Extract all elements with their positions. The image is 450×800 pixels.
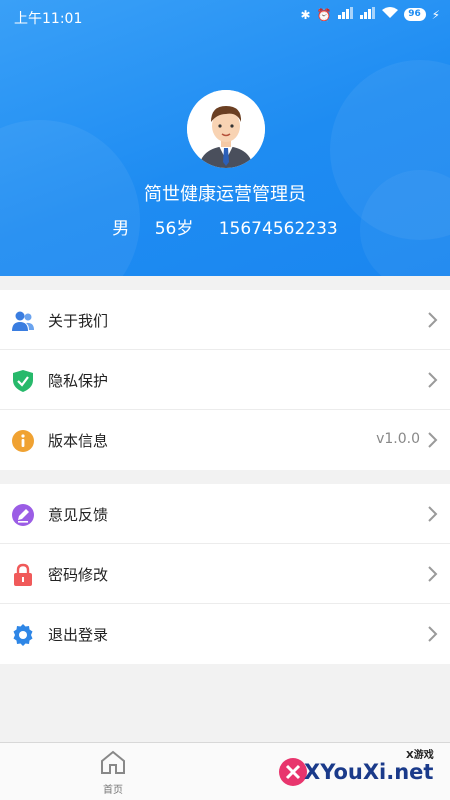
menu-item-about-us[interactable]: 关于我们 [0, 290, 450, 350]
menu-group-1: 关于我们 隐私保护 版本信息 v1.0.0 [0, 290, 450, 470]
edit-icon [11, 503, 35, 527]
info-icon [11, 429, 35, 453]
signal-icon [337, 7, 354, 22]
chevron-right-icon [426, 626, 438, 642]
watermark-text: XYouXi.net [304, 760, 434, 784]
charging-icon: ⚡ [431, 7, 440, 22]
profile-phone: 15674562233 [218, 219, 338, 239]
chevron-right-icon [426, 566, 438, 582]
menu-label: 退出登录 [48, 626, 109, 644]
tab-home[interactable]: 首页 [95, 749, 131, 797]
menu-group-2: 意见反馈 密码修改 退出登录 [0, 484, 450, 664]
wifi-icon [381, 7, 398, 22]
alarm-icon: ⏰ [316, 7, 332, 22]
menu-item-change-password[interactable]: 密码修改 [0, 544, 450, 604]
menu-label: 意见反馈 [48, 506, 109, 524]
chevron-right-icon [426, 372, 438, 388]
chevron-right-icon [426, 506, 438, 522]
menu-label: 版本信息 [48, 432, 109, 450]
menu-item-version[interactable]: 版本信息 v1.0.0 [0, 410, 450, 470]
status-bar: 上午11:01 ✱ ⏰ 96 ⚡ [0, 0, 450, 32]
status-time: 上午11:01 [14, 11, 83, 27]
menu-item-privacy[interactable]: 隐私保护 [0, 350, 450, 410]
menu-label: 密码修改 [48, 566, 109, 584]
profile-gender: 男 [112, 219, 130, 239]
home-icon [99, 750, 127, 779]
status-icons: ✱ ⏰ 96 ⚡ [301, 7, 440, 22]
watermark: XYouXi.net X游戏 [278, 742, 450, 800]
menu-label: 隐私保护 [48, 372, 109, 390]
avatar[interactable] [187, 90, 265, 168]
version-value: v1.0.0 [376, 431, 420, 447]
profile-info: 男 56岁 15674562233 [0, 214, 450, 239]
menu-item-logout[interactable]: 退出登录 [0, 604, 450, 664]
tab-home-label: 首页 [103, 785, 123, 796]
profile-name: 简世健康运营管理员 [144, 184, 306, 205]
battery-icon: 96 [403, 8, 426, 21]
watermark-small: X游戏 [406, 750, 434, 761]
profile-age: 56岁 [154, 219, 194, 239]
lock-icon [11, 563, 35, 587]
menu-item-feedback[interactable]: 意见反馈 [0, 484, 450, 544]
gear-icon [11, 623, 35, 647]
chevron-right-icon [426, 432, 438, 448]
signal-2-icon [359, 7, 376, 22]
profile-header: 上午11:01 ✱ ⏰ 96 ⚡ 简世健康运营管理员 男 56岁 1567456… [0, 0, 450, 276]
shield-check-icon [11, 369, 35, 393]
users-icon [11, 309, 35, 333]
menu-label: 关于我们 [48, 312, 109, 330]
bluetooth-icon: ✱ [300, 7, 311, 22]
chevron-right-icon [426, 312, 438, 328]
